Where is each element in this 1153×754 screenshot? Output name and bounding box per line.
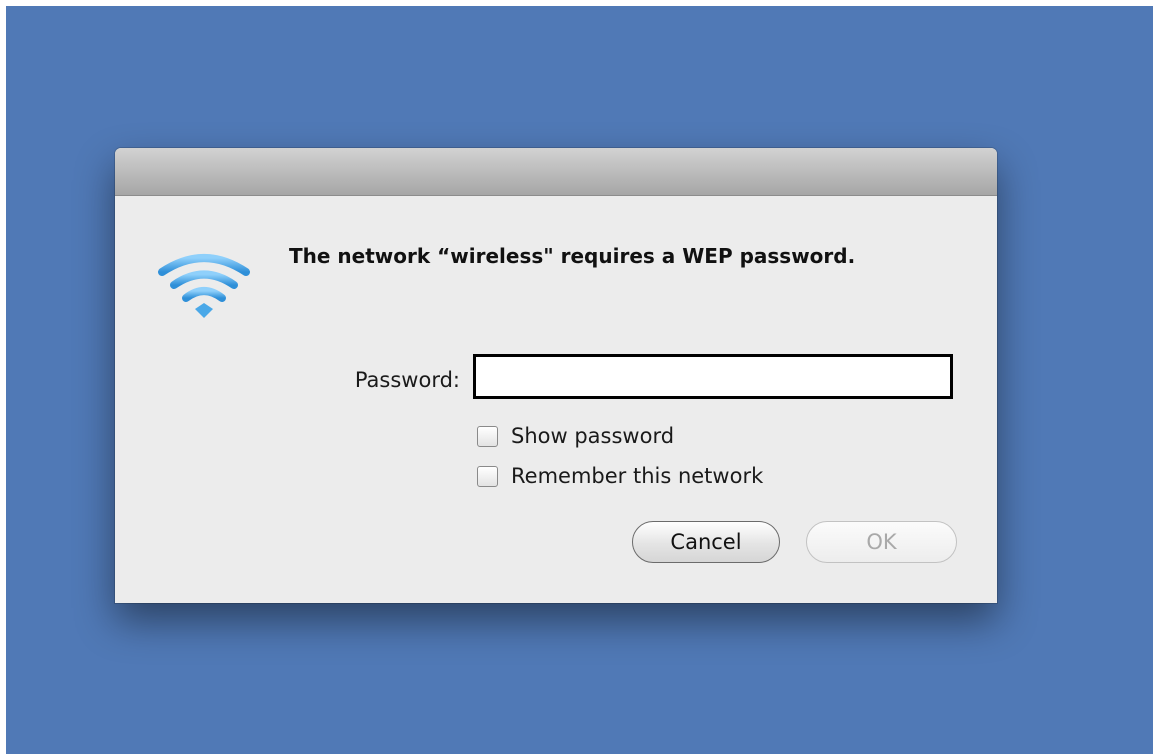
- show-password-option[interactable]: Show password: [477, 424, 674, 448]
- ok-button[interactable]: OK: [806, 521, 957, 563]
- wifi-password-dialog: The network “wireless" requires a WEP pa…: [115, 148, 997, 603]
- dialog-message: The network “wireless" requires a WEP pa…: [289, 244, 856, 268]
- password-label: Password:: [354, 368, 460, 392]
- show-password-label: Show password: [511, 424, 675, 448]
- password-input[interactable]: [473, 354, 953, 399]
- remember-network-option[interactable]: Remember this network: [477, 464, 763, 488]
- remember-network-checkbox[interactable]: [477, 465, 498, 487]
- dialog-titlebar[interactable]: [115, 148, 997, 196]
- cancel-button[interactable]: Cancel: [632, 521, 780, 563]
- wifi-icon: [158, 254, 250, 318]
- remember-network-label: Remember this network: [511, 464, 764, 488]
- show-password-checkbox[interactable]: [477, 425, 498, 447]
